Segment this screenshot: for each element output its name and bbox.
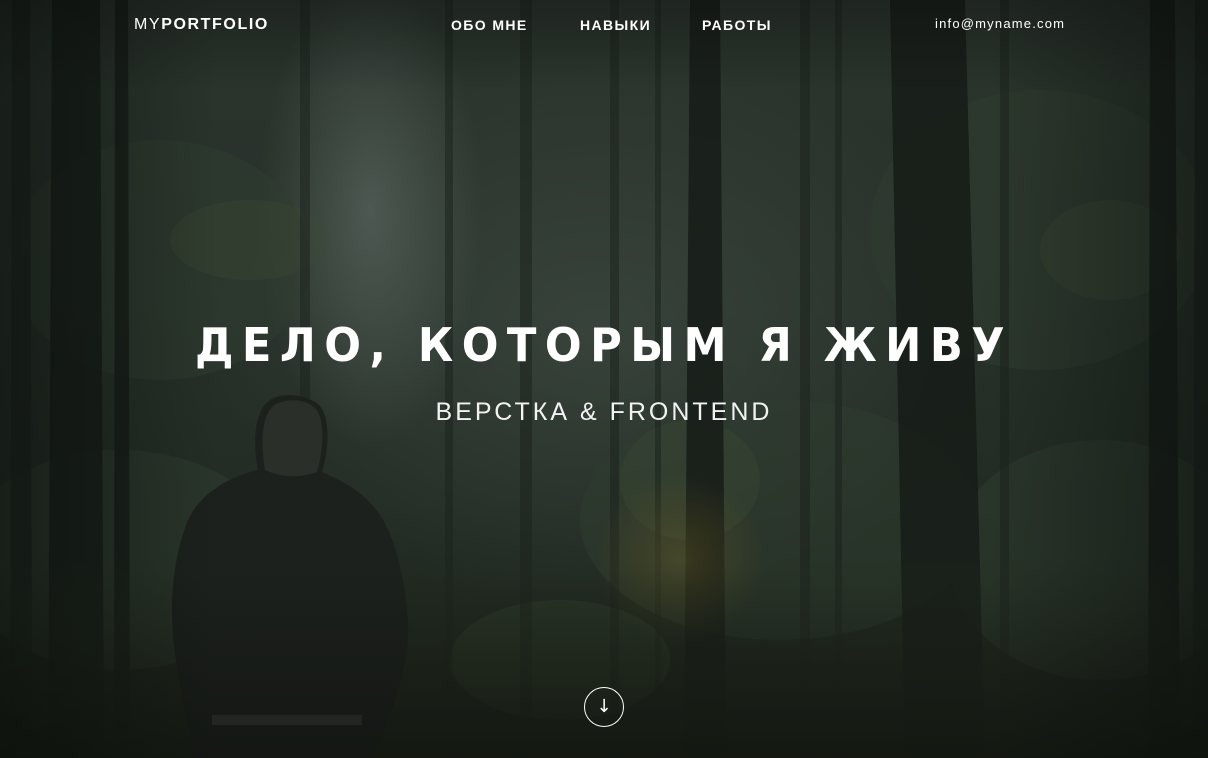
scroll-down-button[interactable]: ↓ [584, 687, 624, 727]
nav-link-skills[interactable]: НАВЫКИ [580, 17, 651, 33]
nav-link-about[interactable]: ОБО МНЕ [451, 17, 528, 33]
nav-link-works[interactable]: РАБОТЫ [702, 17, 772, 33]
site-header: MYPORTFOLIO ОБО МНЕ НАВЫКИ РАБОТЫ info@m… [0, 0, 1208, 50]
contact-email-link[interactable]: info@myname.com [935, 16, 1065, 31]
hero-background-image [0, 0, 1208, 758]
arrow-down-icon: ↓ [596, 695, 612, 717]
hero-subtitle: ВЕРСТКА & FRONTEND [435, 398, 773, 426]
forest-illustration [0, 0, 1208, 758]
hero-title: ДЕЛО, КОТОРЫМ Я ЖИВУ [194, 318, 1014, 372]
